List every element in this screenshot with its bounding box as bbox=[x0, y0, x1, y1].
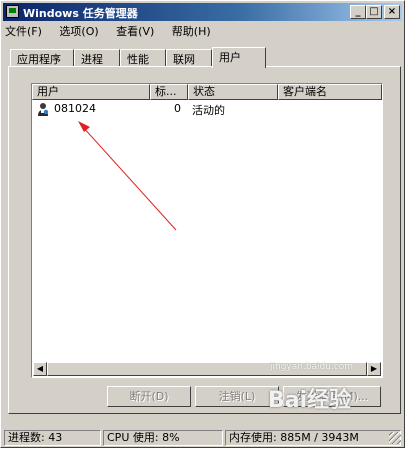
tab-performance[interactable]: 性能 bbox=[120, 49, 166, 66]
cell-id: 0 bbox=[174, 102, 181, 115]
status-cpu: CPU 使用: 8% bbox=[103, 430, 223, 446]
task-manager-window: Windows 任务管理器 _ □ × 文件(F) 选项(O) 查看(V) 帮助… bbox=[0, 0, 405, 448]
disconnect-button[interactable]: 断开(D) bbox=[107, 386, 191, 407]
tab-applications[interactable]: 应用程序 bbox=[10, 49, 74, 66]
user-icon bbox=[38, 103, 49, 116]
scroll-right-icon[interactable]: ▶ bbox=[367, 362, 381, 376]
watermark-logo: Bai经验 bbox=[268, 388, 352, 413]
resize-grip-icon[interactable] bbox=[389, 432, 401, 444]
logoff-button[interactable]: 注销(L) bbox=[195, 386, 279, 407]
menu-help[interactable]: 帮助(H) bbox=[172, 25, 211, 38]
status-processes: 进程数: 43 bbox=[4, 430, 101, 446]
column-status[interactable]: 状态 bbox=[188, 84, 278, 100]
window-title: Windows 任务管理器 bbox=[23, 7, 138, 20]
status-bar: 进程数: 43 CPU 使用: 8% 内存使用: 885M / 3943M bbox=[4, 428, 403, 446]
menu-file[interactable]: 文件(F) bbox=[5, 25, 42, 38]
task-manager-icon bbox=[6, 5, 19, 18]
cell-user: 081024 bbox=[54, 102, 96, 115]
menu-options[interactable]: 选项(O) bbox=[59, 25, 98, 38]
maximize-button[interactable]: □ bbox=[366, 5, 382, 19]
menu-bar: 文件(F) 选项(O) 查看(V) 帮助(H) bbox=[5, 23, 225, 41]
tab-networking[interactable]: 联网 bbox=[166, 49, 212, 66]
column-user[interactable]: 用户 bbox=[32, 84, 150, 100]
minimize-button[interactable]: _ bbox=[350, 5, 366, 19]
menu-view[interactable]: 查看(V) bbox=[116, 25, 154, 38]
users-list[interactable]: 用户 标... 状态 客户端名 081024 0 活动的 ◀ ▶ bbox=[31, 83, 383, 378]
table-row[interactable]: 081024 0 活动的 bbox=[32, 101, 382, 117]
column-id[interactable]: 标... bbox=[150, 84, 188, 100]
status-memory: 内存使用: 885M / 3943M bbox=[225, 430, 401, 446]
column-client-name[interactable]: 客户端名 bbox=[278, 84, 382, 100]
tab-processes[interactable]: 进程 bbox=[74, 49, 120, 66]
close-button[interactable]: × bbox=[384, 5, 400, 19]
tab-users[interactable]: 用户 bbox=[212, 47, 266, 68]
watermark: jingyan.baidu.com Bai经验 bbox=[268, 362, 403, 422]
watermark-url: jingyan.baidu.com bbox=[270, 362, 354, 372]
title-bar[interactable]: Windows 任务管理器 _ □ × bbox=[3, 3, 402, 21]
scroll-left-icon[interactable]: ◀ bbox=[33, 362, 47, 376]
cell-status: 活动的 bbox=[192, 104, 225, 117]
